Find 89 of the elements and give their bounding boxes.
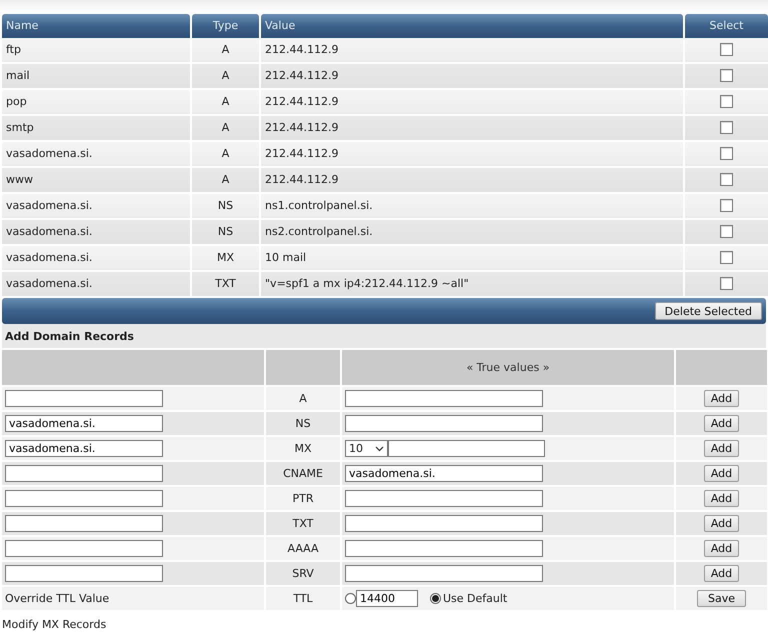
table-cell: 212.44.112.9 <box>261 142 683 168</box>
input-field[interactable] <box>345 565 543 582</box>
table-cell: vasadomena.si. <box>2 194 190 220</box>
select-checkbox[interactable] <box>720 69 733 82</box>
radio-button[interactable] <box>345 593 356 604</box>
add-button[interactable]: Add <box>704 540 740 557</box>
table-cell: A <box>192 116 259 142</box>
record-type: AAAA <box>266 537 340 560</box>
row-label: Override TTL Value <box>2 587 264 610</box>
table-cell: 212.44.112.9 <box>261 116 683 142</box>
table-cell: 212.44.112.9 <box>261 64 683 90</box>
record-type: SRV <box>266 562 340 585</box>
add-button[interactable]: Add <box>704 415 740 432</box>
save-button[interactable]: Save <box>696 590 746 607</box>
input-field[interactable] <box>5 515 163 532</box>
input-field[interactable] <box>5 465 163 482</box>
table-cell: 212.44.112.9 <box>261 38 683 64</box>
input-field[interactable] <box>5 390 163 407</box>
input-field[interactable] <box>345 490 543 507</box>
record-type: CNAME <box>266 462 340 485</box>
table-cell: 212.44.112.9 <box>261 168 683 194</box>
table-cell: A <box>192 142 259 168</box>
input-field[interactable] <box>345 415 543 432</box>
radio-button[interactable] <box>430 593 441 604</box>
table-cell: A <box>192 64 259 90</box>
input-field[interactable] <box>345 390 543 407</box>
input-field[interactable] <box>5 565 163 582</box>
add-button[interactable]: Add <box>704 565 740 582</box>
input-field[interactable] <box>345 515 543 532</box>
add-button[interactable]: Add <box>704 440 740 457</box>
radio-label: Use Default <box>443 592 508 605</box>
add-button[interactable]: Add <box>704 465 740 482</box>
column-header: Name <box>2 14 190 38</box>
table-cell: A <box>192 38 259 64</box>
select-checkbox[interactable] <box>720 277 733 290</box>
record-type: A <box>266 387 340 410</box>
modify-mx-records-link[interactable]: Modify MX Records <box>2 618 106 631</box>
record-type: NS <box>266 412 340 435</box>
record-type: TTL <box>266 587 340 610</box>
input-field[interactable]: vasadomena.si. <box>5 440 163 457</box>
table-cell: pop <box>2 90 190 116</box>
select-checkbox[interactable] <box>720 199 733 212</box>
add-button[interactable]: Add <box>704 490 740 507</box>
input-field[interactable]: vasadomena.si. <box>345 465 543 482</box>
input-field[interactable] <box>5 540 163 557</box>
add-button[interactable]: Add <box>704 390 740 407</box>
table-cell: vasadomena.si. <box>2 142 190 168</box>
select-checkbox[interactable] <box>720 147 733 160</box>
select-checkbox[interactable] <box>720 121 733 134</box>
select-checkbox[interactable] <box>720 251 733 264</box>
table-cell: "v=spf1 a mx ip4:212.44.112.9 ~all" <box>261 272 683 298</box>
delete-selected-button[interactable]: Delete Selected <box>654 302 762 320</box>
select-checkbox[interactable] <box>720 225 733 238</box>
column-header: « True values » <box>342 350 674 385</box>
table-cell: ns2.controlpanel.si. <box>261 220 683 246</box>
table-cell: 10 mail <box>261 246 683 272</box>
input-field[interactable] <box>345 540 543 557</box>
add-button[interactable]: Add <box>704 515 740 532</box>
table-cell: ns1.controlpanel.si. <box>261 194 683 220</box>
input-field[interactable] <box>388 440 545 457</box>
section-title: Add Domain Records <box>2 324 766 348</box>
record-type: PTR <box>266 487 340 510</box>
table-cell: smtp <box>2 116 190 142</box>
input-field[interactable]: vasadomena.si. <box>5 415 163 432</box>
record-type: MX <box>266 437 340 460</box>
table-cell: 212.44.112.9 <box>261 90 683 116</box>
table-cell: www <box>2 168 190 194</box>
column-header: Select <box>685 14 768 38</box>
column-header: Value <box>261 14 683 38</box>
table-cell: A <box>192 168 259 194</box>
table-cell: TXT <box>192 272 259 298</box>
input-field[interactable]: 14400 <box>356 590 418 607</box>
select-checkbox[interactable] <box>720 43 733 56</box>
select-checkbox[interactable] <box>720 173 733 186</box>
table-cell: vasadomena.si. <box>2 220 190 246</box>
table-cell: vasadomena.si. <box>2 246 190 272</box>
select-checkbox[interactable] <box>720 95 733 108</box>
priority-dropdown[interactable]: 10 <box>345 440 388 457</box>
record-type: TXT <box>266 512 340 535</box>
table-cell: ftp <box>2 38 190 64</box>
table-cell: MX <box>192 246 259 272</box>
table-cell: mail <box>2 64 190 90</box>
table-cell: A <box>192 90 259 116</box>
table-cell: NS <box>192 194 259 220</box>
table-cell: NS <box>192 220 259 246</box>
table-cell: vasadomena.si. <box>2 272 190 298</box>
input-field[interactable] <box>5 490 163 507</box>
chevron-icon <box>375 446 384 452</box>
column-header: Type <box>192 14 259 38</box>
